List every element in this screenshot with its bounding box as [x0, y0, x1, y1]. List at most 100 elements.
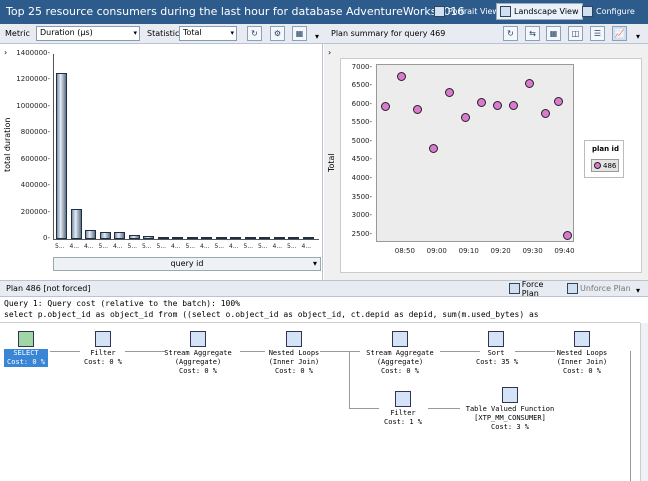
- scatter-point-5: [460, 112, 470, 122]
- bar-5: [128, 234, 140, 239]
- statistic-value: Total: [183, 28, 202, 37]
- node-cost: Cost: 35 %: [476, 358, 519, 366]
- aggregate-icon: [392, 331, 408, 347]
- settings-icon[interactable]: ⚙: [270, 26, 285, 41]
- overflow-icon[interactable]: ▾: [636, 286, 640, 295]
- table-valued-function-icon: [502, 387, 518, 403]
- plan-scrollbar[interactable]: [640, 323, 648, 481]
- plan-node-stream-aggregate-2[interactable]: Stream Aggregate (Aggregate) Cost: 0 %: [360, 331, 440, 376]
- plan-node-nested-loops[interactable]: Nested Loops (Inner Join) Cost: 0 %: [264, 331, 324, 376]
- overflow-icon[interactable]: ▾: [315, 32, 319, 41]
- scatter-y-tick: 4000-: [351, 173, 372, 182]
- node-cost: Cost: 0 %: [179, 367, 217, 375]
- plan-node-nested-loops-2[interactable]: Nested Loops (Inner Join) Cost: 0 %: [552, 331, 612, 376]
- bar-x-tick: 5...: [98, 243, 109, 250]
- plan-node-sort[interactable]: Sort Cost: 35 %: [476, 331, 519, 367]
- node-label: Stream Aggregate: [366, 349, 434, 357]
- unforce-plan-button[interactable]: Unforce Plan: [567, 281, 633, 296]
- bar-15: [273, 237, 285, 239]
- scatter-x-tick: 09:10: [458, 247, 479, 255]
- metric-select[interactable]: Duration (µs) ▾: [36, 26, 140, 41]
- bar-x-tick: 4...: [301, 243, 312, 250]
- plan-node-select[interactable]: SELECT Cost: 0 %: [4, 331, 48, 367]
- bar-ylabel: total duration: [3, 117, 12, 173]
- node-label: Table Valued Function: [465, 405, 555, 413]
- refresh-icon[interactable]: ↻: [247, 26, 262, 41]
- scatter-x-tick: 09:00: [426, 247, 447, 255]
- bar-x-tick: 5...: [55, 243, 65, 250]
- plan-arrow: [240, 351, 265, 352]
- compare-plans-icon[interactable]: ⇆: [525, 26, 540, 41]
- bar-x-tick: 4...: [200, 243, 210, 250]
- legend-swatch: [594, 162, 601, 169]
- scatter-y-tick: 2500-: [351, 229, 372, 238]
- bar-14: [259, 237, 270, 239]
- node-label: Nested Loops: [556, 349, 608, 357]
- node-sublabel: (Inner Join): [268, 358, 320, 366]
- chevron-down-icon: ▾: [312, 259, 317, 268]
- bar-x-axis-line: [53, 239, 319, 240]
- filter-icon: [95, 331, 111, 347]
- bar-x-tick: 5...: [214, 243, 225, 250]
- plan-node-filter-2[interactable]: Filter Cost: 1 %: [378, 391, 428, 427]
- landscape-view-button[interactable]: Landscape View: [496, 3, 583, 20]
- query-text-line: select p.object_id as object_id from ((s…: [4, 310, 539, 319]
- node-sublabel: [XTP_MM_CONSUMER]: [474, 414, 546, 422]
- configure-button[interactable]: Configure: [578, 3, 639, 20]
- node-cost: Cost: 0 %: [275, 367, 313, 375]
- scatter-point-7: [492, 101, 502, 111]
- bar-x-tick: 4...: [171, 243, 181, 250]
- plan-node-table-valued-function[interactable]: Table Valued Function [XTP_MM_CONSUMER] Co…: [458, 387, 562, 432]
- statistic-select[interactable]: Total ▾: [179, 26, 237, 41]
- legend-item-486[interactable]: 486: [591, 159, 619, 172]
- plan-label: Plan 486 [not forced]: [6, 284, 91, 293]
- scatter-y-tick: 6000-: [351, 99, 372, 108]
- configure-label: Configure: [596, 7, 635, 16]
- bar-9: [186, 237, 198, 239]
- chart-view-icon[interactable]: 📈: [612, 26, 627, 41]
- bar-7: [157, 236, 169, 239]
- legend: plan id 486: [584, 140, 624, 178]
- scatter-point-10: [540, 108, 550, 118]
- legend-title: plan id: [592, 145, 619, 153]
- scatter-y-tick: 3000-: [351, 211, 372, 220]
- grid-view-icon[interactable]: ▦: [292, 26, 307, 41]
- bar-chart-panel: › total duration 0- 200000- 400000- 600000-…: [0, 44, 323, 280]
- plan-grid-icon[interactable]: ▦: [546, 26, 561, 41]
- table-view-icon[interactable]: ☰: [590, 26, 605, 41]
- node-sublabel: (Aggregate): [376, 358, 424, 366]
- bar-17: [302, 237, 314, 239]
- bar-x-tick: 4...: [84, 243, 94, 250]
- bar-x-tick: 5...: [287, 243, 297, 250]
- bar-x-tick: 5...: [258, 243, 268, 250]
- node-label: Stream Aggregate: [164, 349, 232, 357]
- portrait-view-button[interactable]: Portrait View: [430, 3, 503, 20]
- plan-arrow: [428, 408, 460, 409]
- node-cost: Cost: 0 %: [381, 367, 419, 375]
- unforce-plan-label: Unforce Plan: [580, 284, 631, 293]
- bar-4: [114, 232, 125, 239]
- plan-node-stream-aggregate[interactable]: Stream Aggregate (Aggregate) Cost: 0 %: [158, 331, 238, 376]
- bar-16: [288, 237, 299, 239]
- bar-y-tick: 0-: [43, 234, 50, 242]
- bar-11: [215, 237, 227, 239]
- bar-x-tick: 4...: [69, 243, 80, 250]
- portrait-label: Portrait View: [448, 7, 499, 16]
- plan-arrow: [50, 351, 80, 352]
- plan-options-icon[interactable]: ◫: [568, 26, 583, 41]
- bar-12: [230, 237, 241, 239]
- bar-x-tick: 5...: [142, 243, 152, 250]
- force-plan-button[interactable]: Force Plan: [509, 280, 562, 298]
- configure-icon: [582, 6, 593, 17]
- scatter-y-tick: 5000-: [351, 136, 372, 145]
- scatter-y-tick: 6500-: [351, 81, 372, 90]
- expand-icon[interactable]: ›: [328, 48, 331, 57]
- plan-summary-title: Plan summary for query 469: [331, 29, 446, 38]
- bar-2: [85, 230, 96, 239]
- bar-y-tick: 200000-: [20, 207, 50, 216]
- query-id-scrollbar[interactable]: query id ▾: [53, 257, 321, 271]
- refresh-icon[interactable]: ↻: [503, 26, 518, 41]
- bar-x-tick: 4...: [272, 243, 283, 250]
- plan-node-filter[interactable]: Filter Cost: 0 %: [78, 331, 128, 367]
- overflow-icon[interactable]: ▾: [636, 32, 640, 41]
